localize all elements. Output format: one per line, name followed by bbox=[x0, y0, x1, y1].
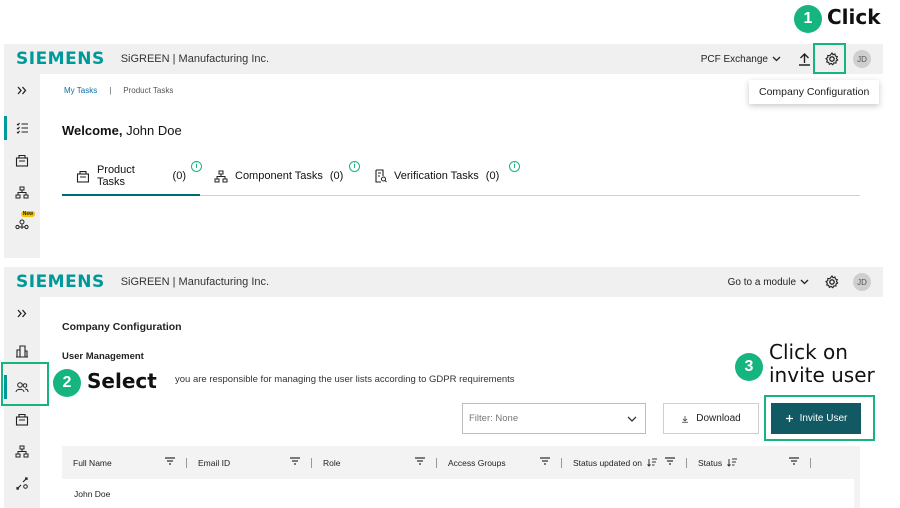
sort-icon[interactable] bbox=[647, 458, 658, 467]
welcome-name: John Doe bbox=[126, 123, 182, 138]
module-select-label: PCF Exchange bbox=[700, 53, 768, 65]
avatar[interactable]: JD bbox=[853, 273, 871, 291]
column-divider bbox=[810, 458, 811, 468]
siemens-logo: SIEMENS bbox=[16, 49, 105, 69]
welcome-prefix: Welcome, bbox=[62, 123, 123, 138]
task-tabs: Product Tasks (0) i Component Tasks (0) … bbox=[62, 157, 860, 196]
chevron-down-icon bbox=[800, 279, 809, 285]
tab-count: (0) bbox=[329, 170, 344, 182]
filter-icon[interactable] bbox=[290, 457, 300, 465]
breadcrumb-product-tasks: Product Tasks bbox=[123, 86, 174, 95]
upload-icon[interactable] bbox=[795, 50, 813, 68]
settings-dropdown: Company Configuration bbox=[749, 80, 880, 104]
module-select-label: Go to a module bbox=[727, 276, 796, 288]
filter-icon[interactable] bbox=[665, 457, 675, 465]
section-title: Company Configuration bbox=[62, 321, 182, 333]
table-header: Full Name Email ID Role Access Groups St… bbox=[62, 446, 860, 479]
avatar[interactable]: JD bbox=[853, 50, 871, 68]
table-row[interactable]: John Doe bbox=[62, 479, 854, 508]
chevron-down-icon bbox=[627, 416, 637, 422]
cell-full-name: John Doe bbox=[74, 489, 111, 499]
filter-icon[interactable] bbox=[415, 457, 425, 465]
download-button[interactable]: Download bbox=[663, 403, 759, 434]
gear-icon[interactable] bbox=[823, 273, 841, 291]
network-users-icon[interactable]: New bbox=[4, 208, 40, 240]
breadcrumb: My Tasks | Product Tasks bbox=[64, 86, 173, 95]
step3-highlight bbox=[764, 395, 875, 441]
app-company-name: SiGREEN | Manufacturing Inc. bbox=[120, 53, 270, 65]
menu-item-company-configuration[interactable]: Company Configuration bbox=[759, 86, 869, 98]
breadcrumb-my-tasks[interactable]: My Tasks bbox=[64, 86, 97, 95]
filter-icon[interactable] bbox=[540, 457, 550, 465]
step1-label: Click bbox=[827, 5, 881, 29]
new-badge: New bbox=[20, 211, 35, 217]
column-status-updated-on[interactable]: Status updated on bbox=[562, 446, 687, 479]
tab-verification-tasks[interactable]: Verification Tasks (0) i bbox=[360, 157, 520, 195]
sort-icon[interactable] bbox=[727, 458, 738, 467]
filter-select-value: Filter: None bbox=[469, 413, 519, 424]
tab-label: Verification Tasks bbox=[394, 170, 479, 182]
verification-doc-icon bbox=[375, 169, 387, 183]
column-email-id[interactable]: Email ID bbox=[187, 446, 312, 479]
tab-count: (0) bbox=[485, 170, 500, 182]
step2-badge: 2 bbox=[53, 369, 81, 397]
expand-nav-icon[interactable] bbox=[4, 74, 40, 106]
info-icon[interactable]: i bbox=[509, 161, 520, 172]
sidenav-panel1: New bbox=[4, 74, 40, 258]
column-role[interactable]: Role bbox=[312, 446, 437, 479]
welcome-heading: Welcome, John Doe bbox=[62, 123, 182, 138]
step2-label: Select bbox=[87, 369, 157, 393]
top-bar-panel2: SIEMENS SiGREEN | Manufacturing Inc. Go … bbox=[4, 267, 883, 297]
users-table: Full Name Email ID Role Access Groups St… bbox=[62, 446, 860, 508]
app-company-name: SiGREEN | Manufacturing Inc. bbox=[120, 276, 270, 288]
subsection-title: User Management bbox=[62, 351, 144, 362]
tasks-list-icon[interactable] bbox=[4, 112, 40, 144]
column-label: Status bbox=[698, 457, 723, 468]
tab-count: (0) bbox=[172, 170, 186, 182]
expand-nav-icon[interactable] bbox=[4, 297, 40, 329]
step3-label-line1: Click on bbox=[769, 340, 848, 364]
hierarchy-icon[interactable] bbox=[4, 176, 40, 208]
step3-badge: 3 bbox=[735, 353, 763, 381]
filter-icon[interactable] bbox=[165, 457, 175, 465]
module-select[interactable]: Go to a module bbox=[728, 277, 809, 288]
download-label: Download bbox=[696, 413, 741, 424]
user-management-description: you are responsible for managing the use… bbox=[175, 374, 515, 385]
siemens-logo: SIEMENS bbox=[16, 272, 105, 292]
step3-label-line2: invite user bbox=[769, 363, 875, 387]
column-label: Full Name bbox=[73, 457, 112, 468]
hierarchy-icon[interactable] bbox=[4, 435, 40, 467]
column-full-name[interactable]: Full Name bbox=[62, 446, 187, 479]
column-label: Role bbox=[323, 457, 341, 468]
breadcrumb-separator: | bbox=[109, 86, 112, 95]
tab-label: Product Tasks bbox=[96, 164, 135, 188]
step1-badge: 1 bbox=[794, 5, 822, 33]
product-box-icon bbox=[76, 170, 89, 183]
tab-component-tasks[interactable]: Component Tasks (0) i bbox=[200, 157, 360, 195]
tab-product-tasks[interactable]: Product Tasks (0) i bbox=[62, 157, 202, 196]
column-label: Status updated on bbox=[573, 457, 643, 468]
exchange-icon[interactable] bbox=[4, 467, 40, 499]
column-label: Email ID bbox=[198, 457, 231, 468]
step1-highlight bbox=[813, 43, 846, 74]
column-status[interactable]: Status bbox=[687, 446, 811, 479]
product-box-icon[interactable] bbox=[4, 144, 40, 176]
column-label: Access Groups bbox=[448, 457, 506, 468]
info-icon[interactable]: i bbox=[349, 161, 360, 172]
filter-select[interactable]: Filter: None bbox=[462, 403, 646, 434]
step2-highlight bbox=[1, 362, 49, 406]
product-box-icon[interactable] bbox=[4, 403, 40, 435]
chevron-down-icon bbox=[772, 56, 781, 62]
hierarchy-icon bbox=[214, 170, 228, 182]
top-bar-panel1: SIEMENS SiGREEN | Manufacturing Inc. PCF… bbox=[4, 44, 883, 74]
download-icon bbox=[682, 415, 689, 423]
filter-icon[interactable] bbox=[789, 457, 799, 465]
step3-label: Click on invite user bbox=[769, 341, 875, 387]
module-select[interactable]: PCF Exchange bbox=[701, 54, 781, 65]
tab-label: Component Tasks bbox=[235, 170, 323, 182]
column-access-groups[interactable]: Access Groups bbox=[437, 446, 562, 479]
